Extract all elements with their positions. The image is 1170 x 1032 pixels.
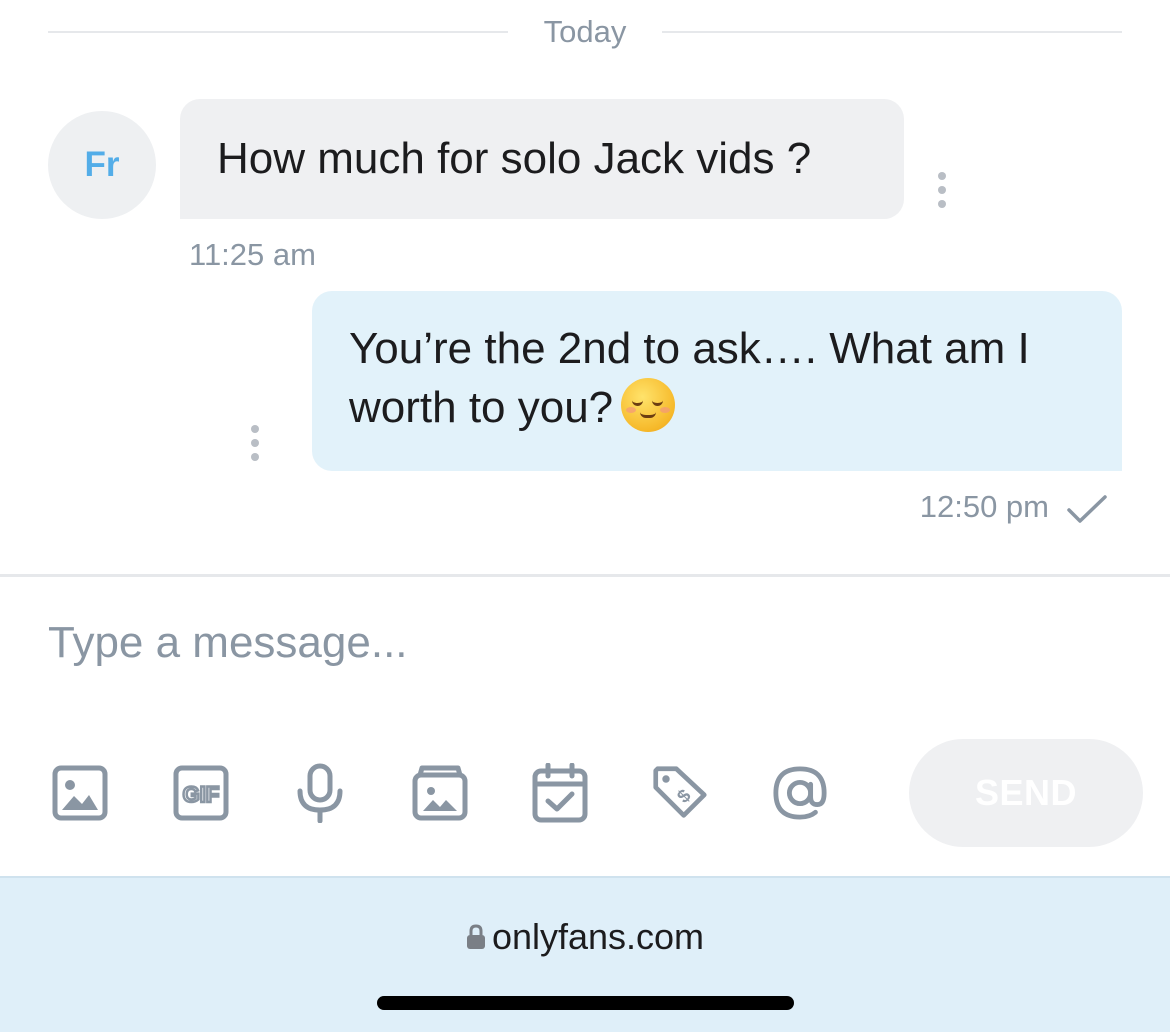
url-row[interactable]: onlyfans.com [0, 916, 1170, 958]
gif-button[interactable]: GIF [173, 763, 229, 823]
message-input[interactable] [48, 610, 1122, 676]
composer-separator [0, 574, 1170, 577]
send-button[interactable]: SEND [909, 739, 1143, 847]
mention-icon [773, 766, 827, 820]
date-divider: Today [48, 8, 1123, 56]
svg-text:$: $ [673, 784, 696, 807]
divider-line-left [48, 31, 508, 33]
relieved-face-emoji-icon [621, 378, 676, 432]
incoming-message-bubble[interactable]: How much for solo Jack vids ? [180, 99, 904, 219]
outgoing-message-line-2-row: worth to you? [349, 378, 1086, 437]
vault-icon [412, 765, 468, 821]
incoming-message-time: 11:25 am [189, 237, 316, 272]
incoming-message-text: How much for solo Jack vids ? [217, 134, 812, 183]
price-tag-icon: $ [653, 766, 707, 818]
schedule-button[interactable] [532, 763, 588, 823]
divider-line-right [662, 31, 1123, 33]
avatar[interactable]: Fr [48, 111, 156, 219]
schedule-icon [532, 763, 588, 823]
voice-message-button[interactable] [292, 763, 348, 823]
vault-button[interactable] [412, 763, 468, 823]
outgoing-message-line-2: worth to you? [349, 383, 614, 432]
lock-icon [466, 924, 485, 949]
outgoing-message-menu-icon[interactable] [249, 425, 261, 461]
avatar-initials: Fr [84, 145, 120, 184]
image-upload-button[interactable] [52, 763, 108, 823]
outgoing-message-time: 12:50 pm [919, 489, 1049, 524]
outgoing-message-bubble[interactable]: You’re the 2nd to ask…. What am I worth … [312, 291, 1122, 471]
date-divider-label: Today [543, 14, 627, 49]
microphone-icon [297, 763, 343, 823]
check-icon [1067, 495, 1107, 523]
url-text: onlyfans.com [491, 916, 705, 957]
browser-address-bar: onlyfans.com [0, 876, 1170, 1032]
svg-text:GIF: GIF [183, 782, 220, 807]
price-button[interactable]: $ [652, 763, 708, 823]
gif-icon: GIF [173, 765, 229, 821]
home-indicator[interactable] [377, 996, 794, 1010]
incoming-message-menu-icon[interactable] [936, 172, 948, 208]
mention-button[interactable] [772, 763, 828, 823]
image-icon [52, 765, 108, 821]
outgoing-message-line-1: You’re the 2nd to ask…. What am I [349, 324, 1030, 373]
